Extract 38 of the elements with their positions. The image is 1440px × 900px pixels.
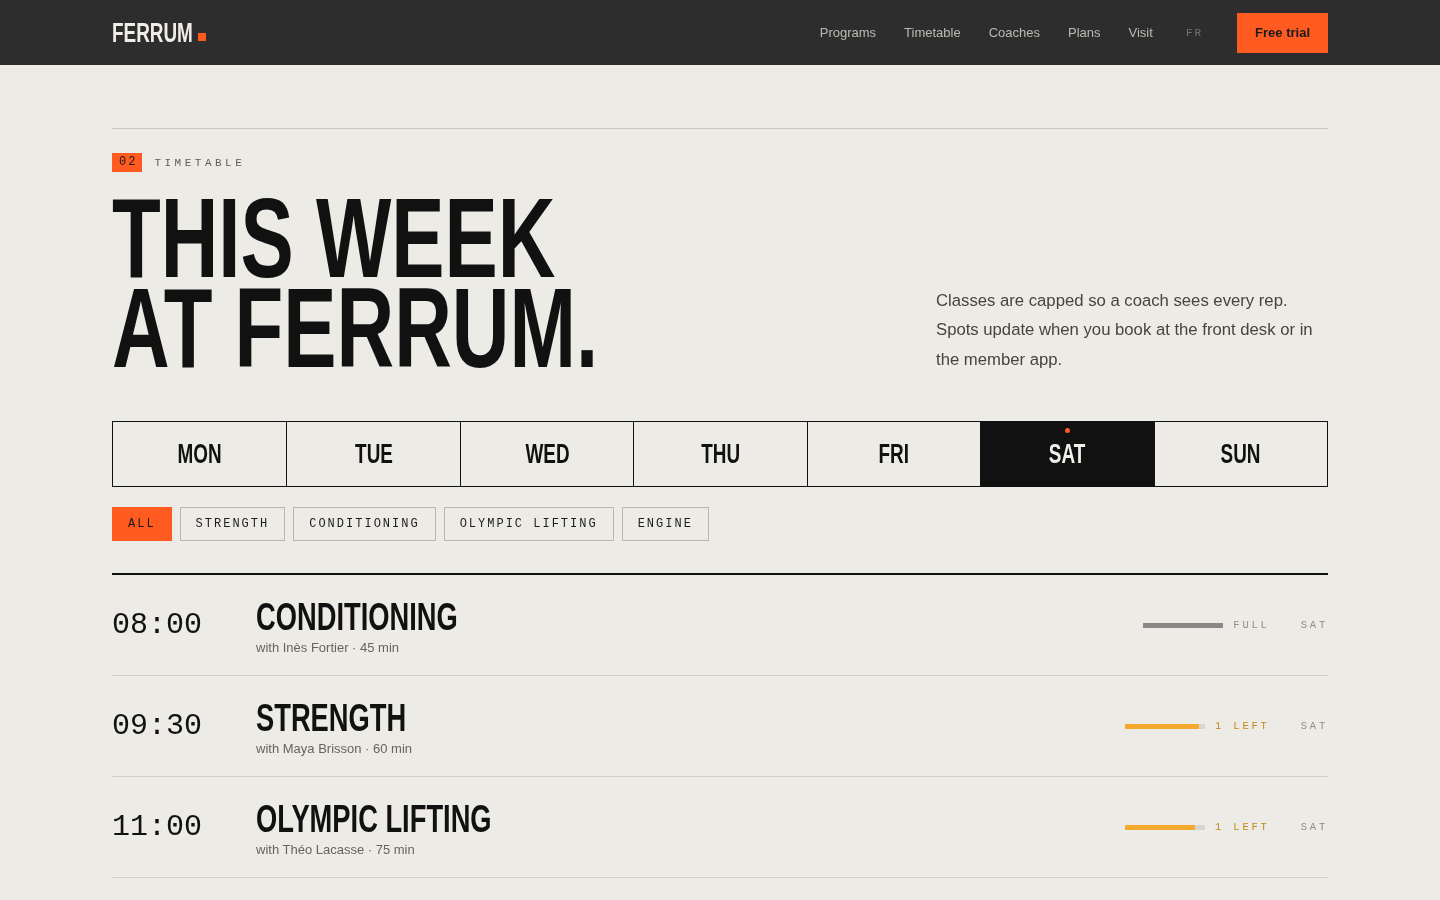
filter-chip[interactable]: OLYMPIC LIFTING bbox=[443, 507, 614, 541]
class-name: OLYMPIC LIFTING bbox=[256, 796, 492, 841]
nav-link[interactable]: Coaches bbox=[988, 25, 1040, 40]
free-trial-button[interactable]: Free trial bbox=[1237, 12, 1328, 53]
class-time: 08:00 bbox=[112, 608, 203, 642]
class-name: STRENGTH bbox=[256, 695, 407, 740]
availability-label: 1 LEFT bbox=[1215, 720, 1270, 732]
class-details: with Inès Fortier · 45 min bbox=[256, 639, 400, 656]
day-tab[interactable]: SAT bbox=[980, 422, 1154, 486]
class-details: with Théo Lacasse · 75 min bbox=[256, 841, 415, 858]
filter-chip[interactable]: ALL bbox=[112, 507, 172, 541]
class-time: 09:30 bbox=[112, 709, 203, 743]
logo-wordmark[interactable]: FERRUM bbox=[112, 17, 193, 48]
square-icon bbox=[197, 33, 206, 41]
day-tab[interactable]: MON bbox=[113, 422, 287, 486]
day-tab[interactable]: THU bbox=[633, 422, 807, 486]
section-number: 02 bbox=[112, 153, 143, 172]
filter-chip[interactable]: ENGINE bbox=[621, 507, 709, 541]
availability-label: FULL bbox=[1233, 619, 1270, 631]
nav-link[interactable]: Plans bbox=[1068, 25, 1101, 40]
class-details: with Maya Brisson · 60 min bbox=[256, 740, 413, 757]
intro-text: Classes are capped so a coach sees every rep. Spots update when you book at the front desk or in the member app. bbox=[936, 289, 1314, 371]
availability-label: 1 LEFT bbox=[1215, 821, 1270, 833]
class-day: SAT bbox=[1300, 619, 1328, 631]
page-heading: THIS WEEK AT FERRUM. bbox=[112, 193, 599, 373]
day-tab[interactable]: SUN bbox=[1153, 422, 1327, 486]
nav-link[interactable]: Timetable bbox=[904, 25, 961, 40]
section-label: TIMETABLE bbox=[154, 156, 246, 169]
nav-link[interactable]: Programs bbox=[819, 25, 877, 40]
day-tab[interactable]: TUE bbox=[286, 422, 460, 486]
day-tab[interactable]: WED bbox=[459, 422, 634, 486]
class-name: CONDITIONING bbox=[256, 594, 458, 639]
class-day: SAT bbox=[1300, 720, 1328, 732]
class-day: SAT bbox=[1300, 821, 1328, 833]
class-time: 11:00 bbox=[112, 810, 203, 844]
filter-chip[interactable]: STRENGTH bbox=[179, 507, 286, 541]
filter-chip[interactable]: CONDITIONING bbox=[293, 507, 436, 541]
nav-link[interactable]: Visit bbox=[1128, 25, 1153, 40]
